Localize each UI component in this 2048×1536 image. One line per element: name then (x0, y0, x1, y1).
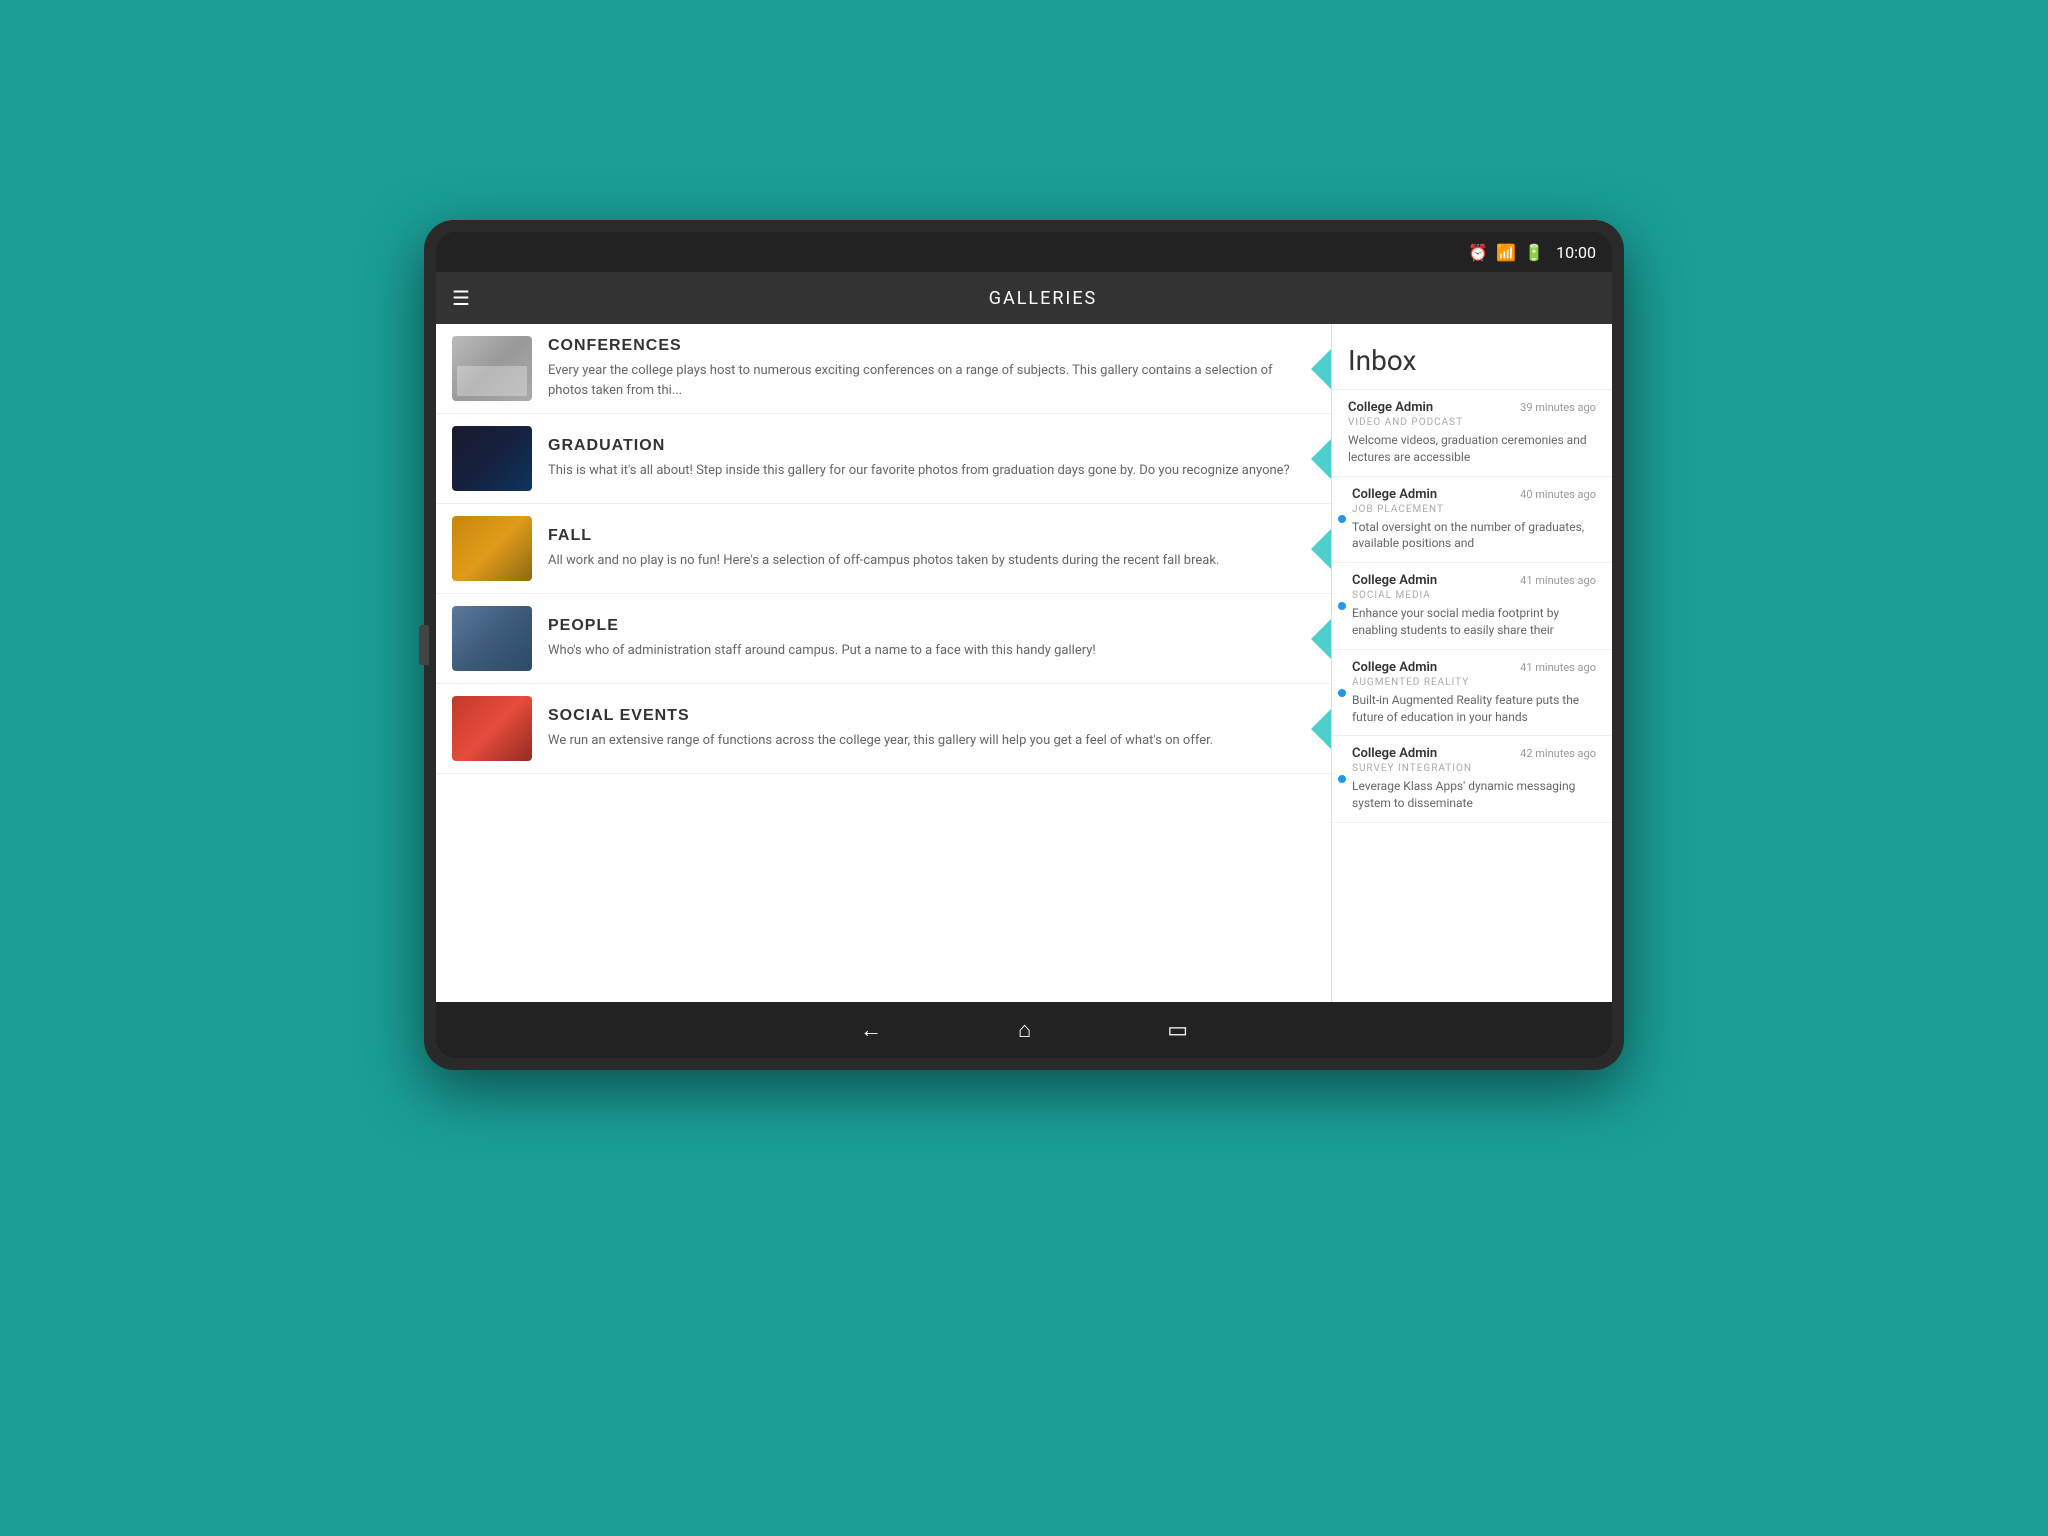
gallery-title-social-events: SOCIAL EVENTS (548, 707, 1315, 725)
gallery-info-fall: FALL All work and no play is no fun! Her… (548, 527, 1315, 571)
item-arrow-fall (1311, 529, 1331, 569)
inbox-item-header-2: College Admin 41 minutes ago (1352, 573, 1596, 588)
gallery-desc-graduation: This is what it's all about! Step inside… (548, 461, 1315, 481)
status-icons: ⏰ 📶 🔋 10:00 (1468, 243, 1596, 262)
item-arrow-people (1311, 619, 1331, 659)
app-bar-title: GALLERIES (490, 288, 1596, 309)
inbox-item-header-1: College Admin 40 minutes ago (1352, 487, 1596, 502)
tablet-frame: ⏰ 📶 🔋 10:00 ☰ GALLERIES CONFERENCES Ever… (424, 220, 1624, 1070)
inbox-category-0: VIDEO AND PODCAST (1348, 417, 1596, 428)
inbox-sender-2: College Admin (1352, 573, 1437, 588)
gallery-title-people: PEOPLE (548, 617, 1315, 635)
gallery-item-people[interactable]: PEOPLE Who's who of administration staff… (436, 594, 1331, 684)
unread-dot-3 (1338, 689, 1346, 697)
gallery-thumb-social (452, 696, 532, 761)
unread-dot-1 (1338, 515, 1346, 523)
inbox-time-3: 41 minutes ago (1520, 661, 1596, 674)
gallery-item-fall[interactable]: FALL All work and no play is no fun! Her… (436, 504, 1331, 594)
inbox-item-0[interactable]: College Admin 39 minutes ago VIDEO AND P… (1332, 390, 1612, 477)
inbox-item-1[interactable]: College Admin 40 minutes ago JOB PLACEME… (1332, 477, 1612, 564)
inbox-time-1: 40 minutes ago (1520, 488, 1596, 501)
gallery-info-graduation: GRADUATION This is what it's all about! … (548, 437, 1315, 481)
inbox-category-1: JOB PLACEMENT (1352, 504, 1596, 515)
inbox-preview-3: Built-in Augmented Reality feature puts … (1352, 692, 1596, 726)
inbox-time-4: 42 minutes ago (1520, 747, 1596, 760)
unread-dot-2 (1338, 602, 1346, 610)
gallery-thumb-people (452, 606, 532, 671)
gallery-item-graduation[interactable]: GRADUATION This is what it's all about! … (436, 414, 1331, 504)
gallery-info-people: PEOPLE Who's who of administration staff… (548, 617, 1315, 661)
inbox-item-4[interactable]: College Admin 42 minutes ago SURVEY INTE… (1332, 736, 1612, 823)
inbox-category-4: SURVEY INTEGRATION (1352, 763, 1596, 774)
recents-button[interactable]: ▭ (1159, 1010, 1196, 1051)
gallery-thumb-fall (452, 516, 532, 581)
item-arrow-social-events (1311, 709, 1331, 749)
inbox-preview-0: Welcome videos, graduation ceremonies an… (1348, 432, 1596, 466)
inbox-item-3[interactable]: College Admin 41 minutes ago AUGMENTED R… (1332, 650, 1612, 737)
inbox-sender-1: College Admin (1352, 487, 1437, 502)
inbox-sender-3: College Admin (1352, 660, 1437, 675)
inbox-item-2[interactable]: College Admin 41 minutes ago SOCIAL MEDI… (1332, 563, 1612, 650)
gallery-title-conferences: CONFERENCES (548, 337, 1315, 355)
gallery-list: CONFERENCES Every year the college plays… (436, 324, 1332, 1002)
home-button[interactable]: ⌂ (1010, 1009, 1039, 1051)
alarm-icon: ⏰ (1468, 243, 1488, 262)
inbox-item-header-0: College Admin 39 minutes ago (1348, 400, 1596, 415)
item-arrow-conferences (1311, 349, 1331, 389)
item-arrow-graduation (1311, 439, 1331, 479)
inbox-preview-1: Total oversight on the number of graduat… (1352, 519, 1596, 553)
inbox-item-header-3: College Admin 41 minutes ago (1352, 660, 1596, 675)
gallery-item-social-events[interactable]: SOCIAL EVENTS We run an extensive range … (436, 684, 1331, 774)
side-button (419, 625, 429, 665)
app-bar: ☰ GALLERIES (436, 272, 1612, 324)
inbox-preview-2: Enhance your social media footprint by e… (1352, 605, 1596, 639)
gallery-desc-people: Who's who of administration staff around… (548, 641, 1315, 661)
hamburger-menu[interactable]: ☰ (452, 286, 470, 310)
unread-dot-4 (1338, 775, 1346, 783)
inbox-preview-4: Leverage Klass Apps' dynamic messaging s… (1352, 778, 1596, 812)
inbox-sender-0: College Admin (1348, 400, 1433, 415)
gallery-info-social-events: SOCIAL EVENTS We run an extensive range … (548, 707, 1315, 751)
tablet-inner: ⏰ 📶 🔋 10:00 ☰ GALLERIES CONFERENCES Ever… (436, 232, 1612, 1058)
inbox-sender-4: College Admin (1352, 746, 1437, 761)
inbox-header: Inbox (1332, 324, 1612, 390)
battery-icon: 🔋 (1524, 243, 1544, 262)
inbox-category-2: SOCIAL MEDIA (1352, 590, 1596, 601)
time-display: 10:00 (1556, 243, 1596, 262)
content-area: CONFERENCES Every year the college plays… (436, 324, 1612, 1002)
inbox-category-3: AUGMENTED REALITY (1352, 677, 1596, 688)
wifi-icon: 📶 (1496, 243, 1516, 262)
gallery-title-graduation: GRADUATION (548, 437, 1315, 455)
gallery-title-fall: FALL (548, 527, 1315, 545)
gallery-desc-conferences: Every year the college plays host to num… (548, 361, 1315, 400)
gallery-desc-fall: All work and no play is no fun! Here's a… (548, 551, 1315, 571)
inbox-panel: Inbox College Admin 39 minutes ago VIDEO… (1332, 324, 1612, 1002)
gallery-desc-social-events: We run an extensive range of functions a… (548, 731, 1315, 751)
inbox-time-2: 41 minutes ago (1520, 574, 1596, 587)
gallery-item-conferences[interactable]: CONFERENCES Every year the college plays… (436, 324, 1331, 414)
inbox-time-0: 39 minutes ago (1520, 401, 1596, 414)
back-button[interactable]: ← (852, 1009, 890, 1051)
nav-bar: ← ⌂ ▭ (436, 1002, 1612, 1058)
gallery-thumb-conferences (452, 336, 532, 401)
inbox-item-header-4: College Admin 42 minutes ago (1352, 746, 1596, 761)
status-bar: ⏰ 📶 🔋 10:00 (436, 232, 1612, 272)
gallery-info-conferences: CONFERENCES Every year the college plays… (548, 337, 1315, 400)
gallery-thumb-graduation (452, 426, 532, 491)
